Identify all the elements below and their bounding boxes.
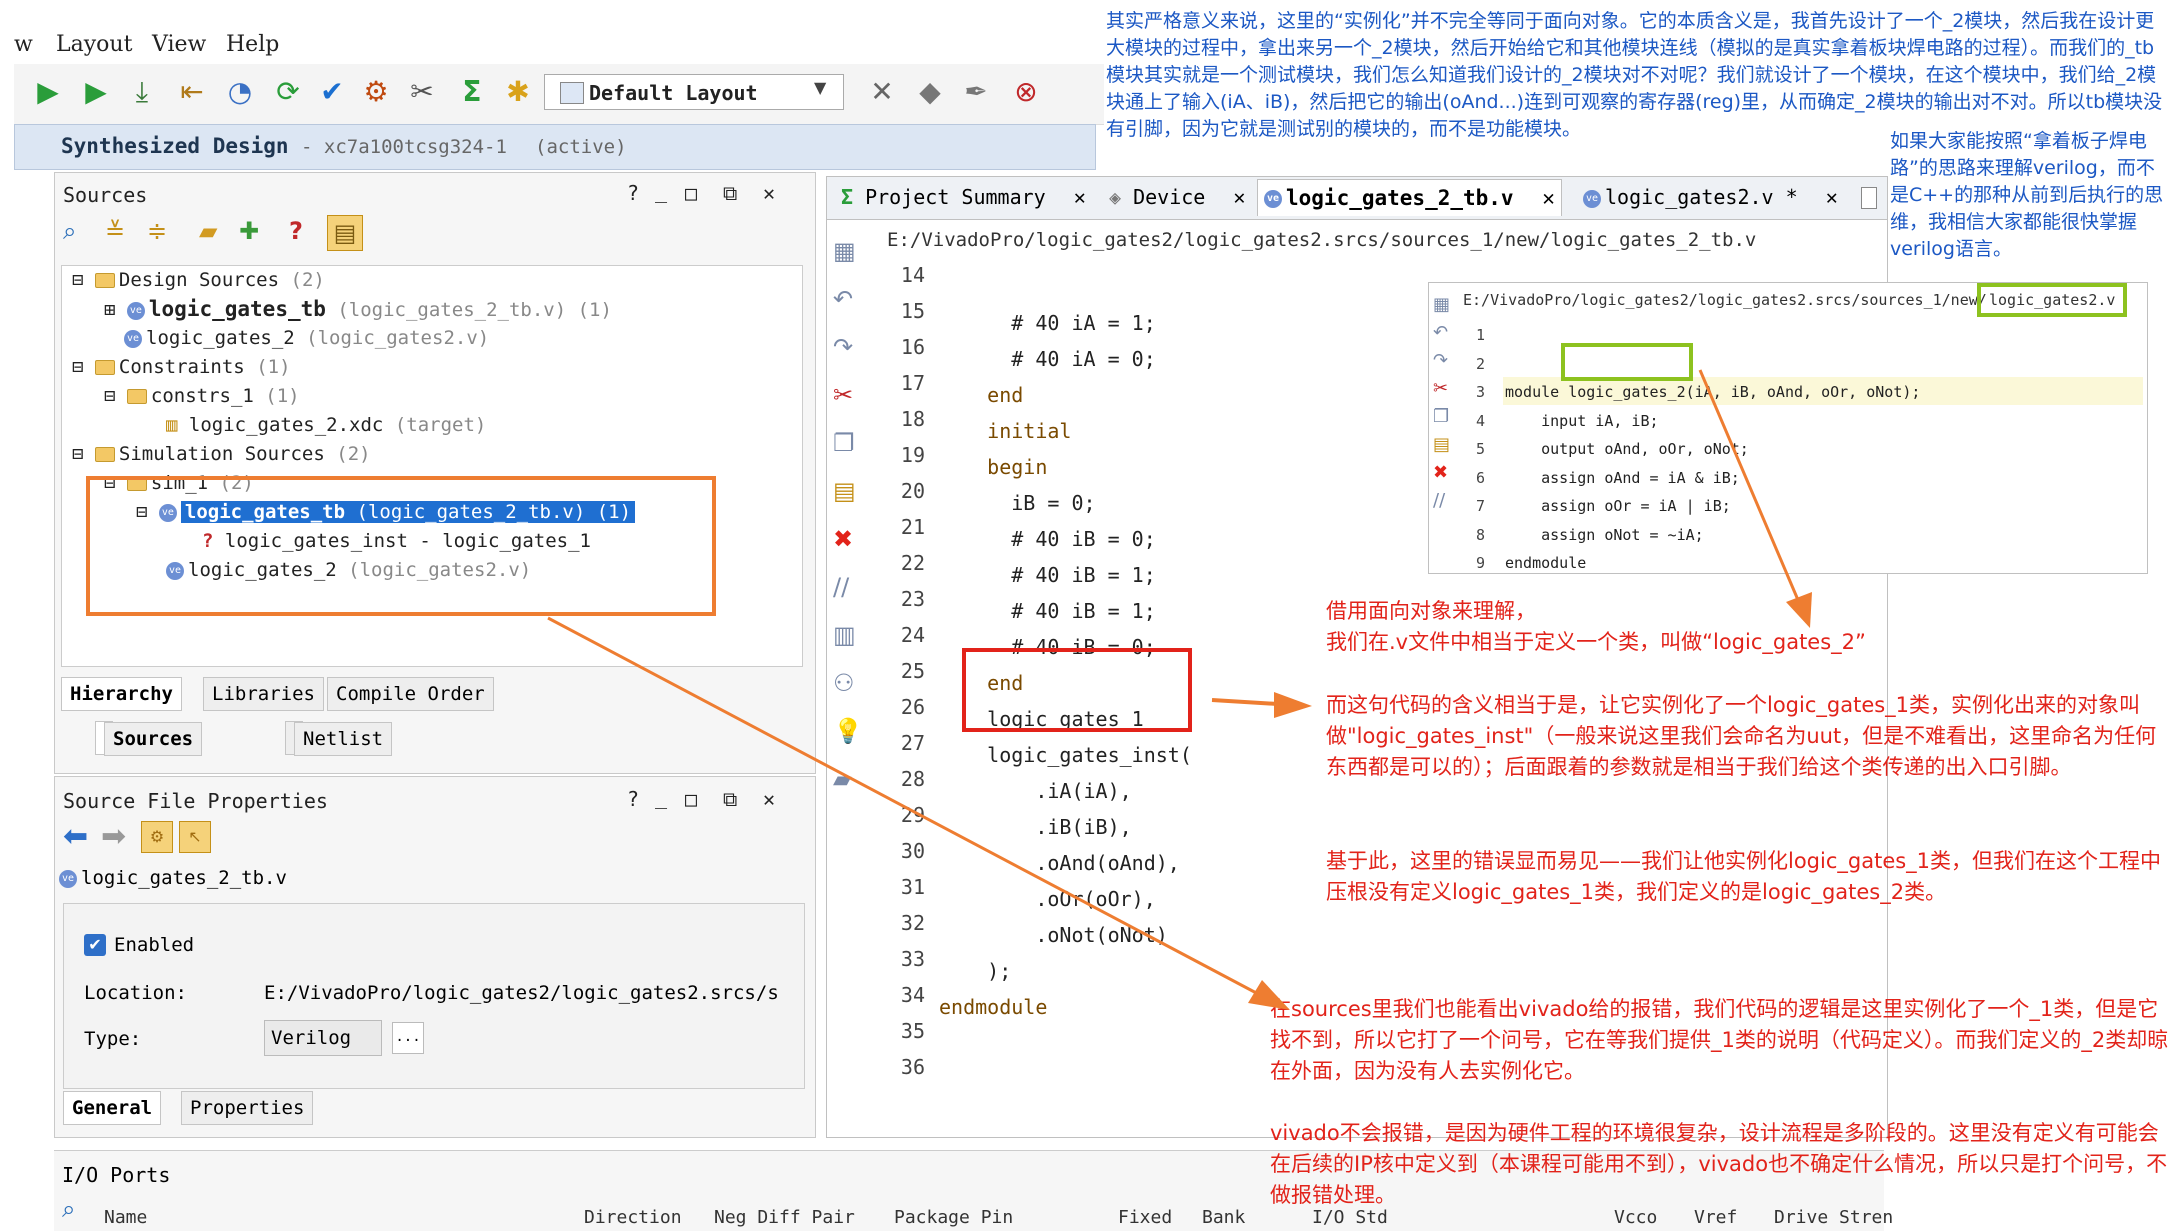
annotation-arrows <box>547 369 1812 1010</box>
arrow-module-to-note <box>1698 369 1812 628</box>
arrow-sources-to-note <box>547 616 1290 1010</box>
arrow-instantiation-to-note <box>1211 692 1312 718</box>
